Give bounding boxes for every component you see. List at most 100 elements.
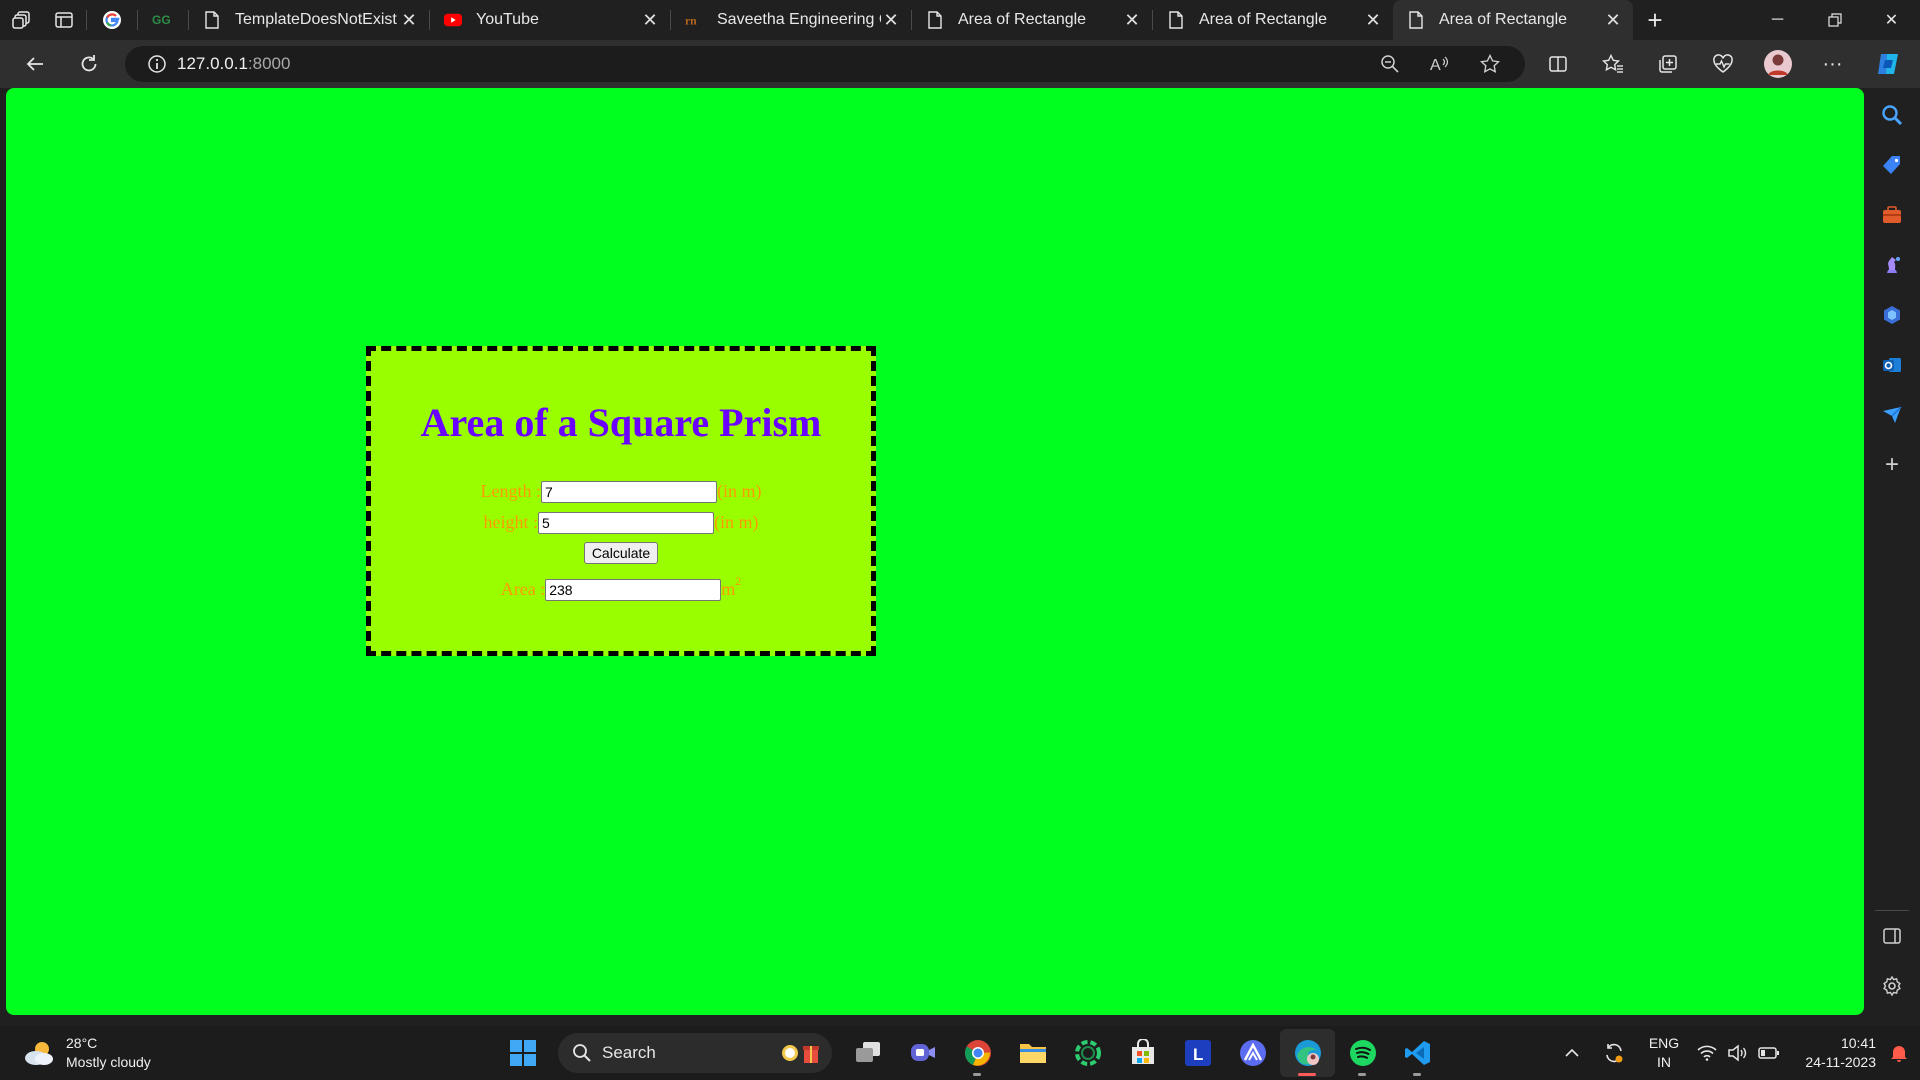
close-tab-icon[interactable]: ✕	[1363, 10, 1383, 31]
tab-actions-icon[interactable]	[42, 0, 86, 40]
close-tab-icon[interactable]: ✕	[881, 10, 901, 31]
address-bar[interactable]: 127.0.0.1:8000 A	[125, 46, 1525, 82]
green-spinner-app-icon[interactable]	[1060, 1029, 1115, 1077]
tab-saveetha[interactable]: rn Saveetha Engineering C ✕	[671, 0, 911, 40]
running-indicator	[1358, 1073, 1366, 1076]
show-hidden-icons-icon[interactable]	[1552, 1048, 1592, 1058]
spotify-icon[interactable]	[1335, 1029, 1390, 1077]
height-label: height :	[483, 512, 539, 532]
minimize-icon[interactable]: ─	[1749, 0, 1806, 40]
height-unit: (in m)	[714, 512, 759, 532]
split-screen-icon[interactable]	[1530, 40, 1585, 88]
vscode-icon[interactable]	[1390, 1029, 1445, 1077]
notification-bell-icon[interactable]	[1882, 1043, 1916, 1063]
page-icon	[203, 11, 221, 29]
tab-bar: GG TemplateDoesNotExist a ✕ YouTube ✕ rn…	[0, 0, 1920, 40]
page-icon	[1167, 11, 1185, 29]
tab-area-of-rectangle-1[interactable]: Area of Rectangle ✕	[912, 0, 1152, 40]
new-tab-button[interactable]: +	[1633, 0, 1677, 40]
pinned-tab-geeksforgeeks[interactable]: GG	[138, 0, 188, 40]
length-row: Length : (in m)	[371, 476, 871, 507]
tab-templatedoesnotexist[interactable]: TemplateDoesNotExist a ✕	[189, 0, 429, 40]
close-window-icon[interactable]: ✕	[1863, 0, 1920, 40]
calculate-row: Calculate	[371, 540, 871, 566]
wifi-icon[interactable]	[1692, 1045, 1722, 1061]
close-tab-icon[interactable]: ✕	[1603, 10, 1623, 31]
svg-text:GG: GG	[152, 13, 171, 27]
calculate-button[interactable]: Calculate	[583, 542, 659, 564]
teams-chat-icon[interactable]	[895, 1029, 950, 1077]
browser-essentials-icon[interactable]	[1695, 40, 1750, 88]
close-tab-icon[interactable]: ✕	[1122, 10, 1142, 31]
clock-time: 10:41	[1840, 1035, 1876, 1051]
tools-briefcase-icon[interactable]	[1864, 190, 1920, 240]
workspaces-icon[interactable]	[0, 0, 44, 40]
site-info-icon[interactable]	[137, 54, 177, 74]
length-unit: (in m)	[717, 481, 762, 501]
copilot-icon[interactable]	[1860, 40, 1915, 88]
url-host: 127.0.0.1	[177, 54, 248, 73]
favorites-icon[interactable]	[1585, 40, 1640, 88]
file-explorer-icon[interactable]	[1005, 1029, 1060, 1077]
profile-avatar[interactable]	[1750, 40, 1805, 88]
tab-area-of-rectangle-active[interactable]: Area of Rectangle ✕	[1393, 0, 1633, 40]
tab-youtube[interactable]: YouTube ✕	[430, 0, 670, 40]
edge-browser-icon[interactable]	[1280, 1029, 1335, 1077]
l-app-icon[interactable]: L	[1170, 1029, 1225, 1077]
refresh-icon[interactable]	[62, 40, 116, 88]
height-input[interactable]	[538, 511, 714, 534]
zoom-out-icon[interactable]	[1365, 54, 1415, 74]
windows-start-icon[interactable]	[495, 1029, 550, 1077]
chrome-icon[interactable]	[950, 1029, 1005, 1077]
microsoft-365-icon[interactable]	[1864, 290, 1920, 340]
volume-icon[interactable]	[1722, 1044, 1752, 1062]
hide-sidebar-icon[interactable]	[1864, 911, 1920, 961]
navigation-bar: 127.0.0.1:8000 A ···	[0, 40, 1920, 88]
area-unit-power: 2	[735, 574, 742, 588]
windows-taskbar: 28°C Mostly cloudy Search L ENG IN 10:41…	[0, 1026, 1920, 1080]
shopping-tag-icon[interactable]	[1864, 140, 1920, 190]
running-indicator	[973, 1073, 981, 1076]
language-top: ENG	[1648, 1035, 1680, 1051]
sync-icon[interactable]	[1592, 1042, 1636, 1064]
weather-widget[interactable]: 28°C Mostly cloudy	[22, 1034, 151, 1072]
length-input[interactable]	[541, 480, 717, 503]
back-icon[interactable]	[8, 40, 62, 88]
area-label: Area :	[500, 579, 546, 599]
sidebar-search-icon[interactable]	[1864, 90, 1920, 140]
edge-sidebar: +	[1864, 88, 1920, 1015]
area-output[interactable]	[545, 578, 722, 601]
add-sidebar-app-icon[interactable]: +	[1864, 440, 1920, 490]
calculator-card: Area of a Square Prism Length : (in m) h…	[366, 346, 876, 656]
send-drop-icon[interactable]	[1864, 390, 1920, 440]
close-tab-icon[interactable]: ✕	[399, 10, 419, 31]
read-aloud-icon[interactable]: A	[1415, 54, 1465, 74]
cloudy-weather-icon	[25, 1042, 53, 1065]
geeksforgeeks-icon: GG	[152, 13, 171, 27]
active-indicator	[1298, 1073, 1316, 1076]
language-indicator[interactable]: ENG IN	[1636, 1034, 1692, 1072]
toolbar-actions: ···	[1530, 40, 1915, 88]
settings-more-icon[interactable]: ···	[1805, 40, 1860, 88]
taskbar-search[interactable]: Search	[558, 1033, 832, 1073]
battery-icon[interactable]	[1752, 1046, 1786, 1060]
clock[interactable]: 10:41 24-11-2023	[1786, 1034, 1876, 1072]
height-row: height : (in m)	[371, 507, 871, 538]
tab-title: Area of Rectangle	[1199, 11, 1328, 28]
weather-description: Mostly cloudy	[66, 1054, 151, 1070]
games-chess-icon[interactable]	[1864, 240, 1920, 290]
outlook-icon[interactable]	[1864, 340, 1920, 390]
close-tab-icon[interactable]: ✕	[640, 10, 660, 31]
tab-title: YouTube	[476, 11, 539, 28]
collections-icon[interactable]	[1640, 40, 1695, 88]
favorite-star-icon[interactable]	[1465, 54, 1515, 74]
page-icon	[1407, 11, 1425, 29]
microsoft-store-icon[interactable]	[1115, 1029, 1170, 1077]
task-view-icon[interactable]	[840, 1029, 895, 1077]
arc-triangle-app-icon[interactable]	[1225, 1029, 1280, 1077]
pinned-tab-google[interactable]	[87, 0, 137, 40]
tab-area-of-rectangle-2[interactable]: Area of Rectangle ✕	[1153, 0, 1393, 40]
restore-icon[interactable]	[1806, 0, 1863, 40]
page-icon	[926, 11, 944, 29]
sidebar-settings-icon[interactable]	[1864, 961, 1920, 1011]
